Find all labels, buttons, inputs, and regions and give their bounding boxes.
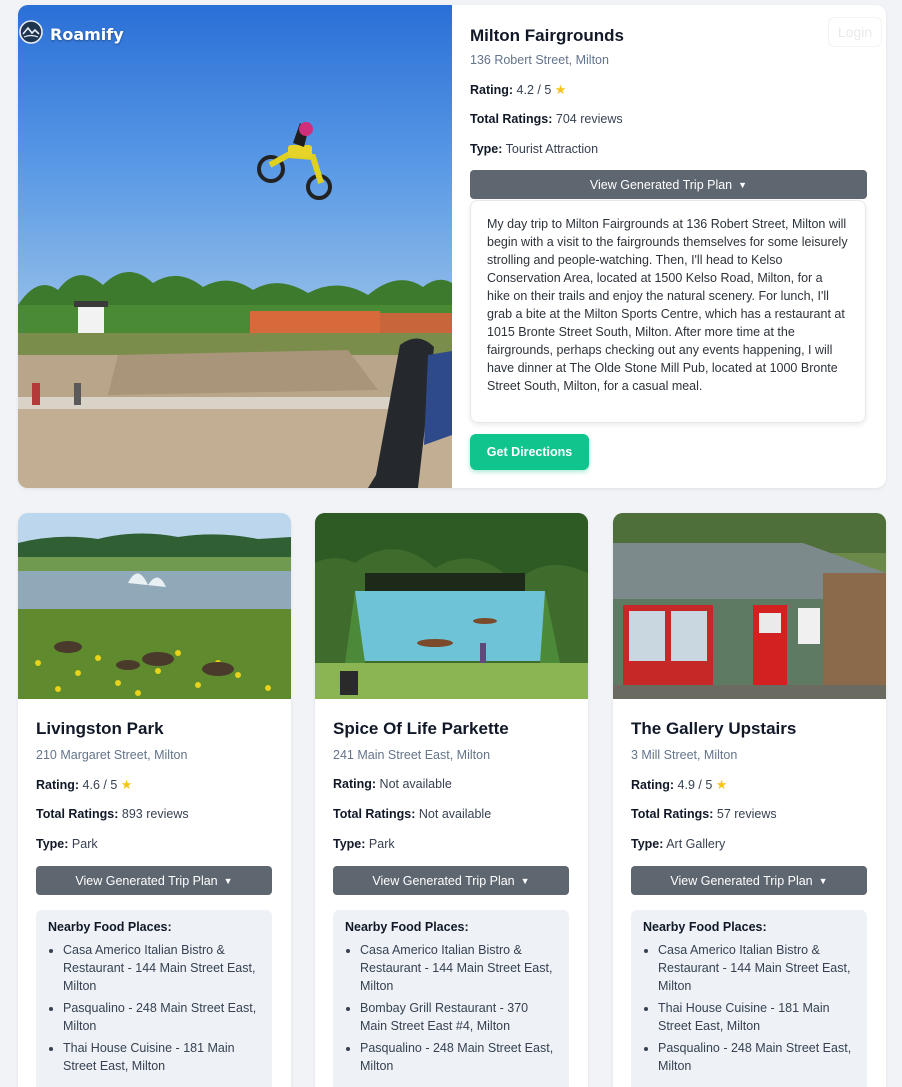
- featured-type-row: Type: Tourist Attraction: [470, 142, 598, 156]
- globe-map-icon: [18, 19, 44, 50]
- type-value: Art Gallery: [666, 837, 726, 851]
- rating-value: Not available: [379, 777, 452, 791]
- list-item: Casa Americo Italian Bistro & Restaurant…: [360, 941, 557, 995]
- nearby-food-panel: Nearby Food Places: Casa Americo Italian…: [36, 910, 272, 1087]
- total-ratings-value: 57 reviews: [716, 807, 777, 821]
- list-item: Pasqualino - 248 Main Street East, Milto…: [658, 1039, 855, 1075]
- rating-label: Rating:: [36, 778, 80, 792]
- place-photo: [613, 513, 886, 699]
- view-trip-plan-label: View Generated Trip Plan: [75, 873, 218, 888]
- list-item: Pasqualino - 248 Main Street East, Milto…: [63, 999, 260, 1035]
- star-icon: ★: [554, 82, 567, 97]
- rating-value: 4.6 / 5: [82, 778, 118, 792]
- nearby-food-heading: Nearby Food Places:: [345, 920, 469, 934]
- featured-place-card: Roamify Login Milton Fairgrounds 136 Rob…: [18, 5, 886, 488]
- trip-plan-panel: My day trip to Milton Fairgrounds at 136…: [470, 200, 866, 423]
- type-value: Park: [368, 837, 395, 851]
- type-row: Type: Park: [36, 837, 98, 851]
- type-value: Tourist Attraction: [505, 142, 599, 156]
- nearby-food-panel: Nearby Food Places: Casa Americo Italian…: [333, 910, 569, 1087]
- total-ratings-value: 893 reviews: [121, 807, 189, 821]
- caret-down-icon: ▼: [520, 875, 530, 886]
- view-trip-plan-label: View Generated Trip Plan: [589, 177, 733, 192]
- login-button[interactable]: Login: [828, 17, 882, 47]
- featured-rating-row: Rating: 4.2 / 5 ★: [470, 82, 566, 98]
- type-value: Park: [71, 837, 98, 851]
- place-card-livingston-park: Livingston Park 210 Margaret Street, Mil…: [18, 513, 291, 1087]
- get-directions-button[interactable]: Get Directions: [470, 434, 589, 470]
- type-row: Type: Art Gallery: [631, 837, 725, 851]
- brand-name: Roamify: [50, 25, 124, 44]
- caret-down-icon: ▼: [223, 875, 233, 886]
- type-row: Type: Park: [333, 837, 395, 851]
- view-trip-plan-label: View Generated Trip Plan: [372, 873, 515, 888]
- place-name: The Gallery Upstairs: [631, 719, 797, 738]
- place-address: 241 Main Street East, Milton: [333, 748, 491, 762]
- place-photo: [315, 513, 588, 699]
- view-trip-plan-button[interactable]: View Generated Trip Plan ▼: [631, 866, 867, 895]
- total-ratings-row: Total Ratings: 893 reviews: [36, 807, 189, 821]
- nearby-food-heading: Nearby Food Places:: [48, 920, 172, 934]
- nearby-food-list: Casa Americo Italian Bistro & Restaurant…: [643, 941, 855, 1075]
- brand-logo[interactable]: Roamify: [18, 19, 124, 50]
- total-ratings-value: 704 reviews: [555, 112, 623, 126]
- list-item: Pasqualino - 248 Main Street East, Milto…: [360, 1039, 557, 1075]
- place-address: 3 Mill Street, Milton: [631, 748, 738, 762]
- place-address: 210 Margaret Street, Milton: [36, 748, 188, 762]
- rating-value: 4.9 / 5: [677, 778, 713, 792]
- place-name: Spice Of Life Parkette: [333, 719, 509, 738]
- featured-place-address: 136 Robert Street, Milton: [470, 53, 609, 67]
- featured-place-name: Milton Fairgrounds: [470, 26, 624, 45]
- view-trip-plan-button[interactable]: View Generated Trip Plan ▼: [470, 170, 867, 199]
- type-label: Type:: [36, 837, 69, 851]
- nearby-food-panel: Nearby Food Places: Casa Americo Italian…: [631, 910, 867, 1087]
- nearby-food-list: Casa Americo Italian Bistro & Restaurant…: [345, 941, 557, 1075]
- type-label: Type:: [470, 142, 503, 156]
- nearby-food-list: Casa Americo Italian Bistro & Restaurant…: [48, 941, 260, 1075]
- rating-label: Rating:: [631, 778, 675, 792]
- total-ratings-label: Total Ratings:: [631, 807, 714, 821]
- rating-label: Rating:: [470, 83, 514, 97]
- rating-value: 4.2 / 5: [516, 83, 552, 97]
- featured-total-ratings-row: Total Ratings: 704 reviews: [470, 112, 623, 126]
- list-item: Thai House Cuisine - 181 Main Street Eas…: [63, 1039, 260, 1075]
- total-ratings-row: Total Ratings: Not available: [333, 807, 491, 821]
- view-trip-plan-button[interactable]: View Generated Trip Plan ▼: [36, 866, 272, 895]
- star-icon: ★: [715, 777, 728, 792]
- total-ratings-label: Total Ratings:: [470, 112, 553, 126]
- total-ratings-label: Total Ratings:: [36, 807, 119, 821]
- rating-row: Rating: 4.6 / 5 ★: [36, 777, 132, 793]
- total-ratings-row: Total Ratings: 57 reviews: [631, 807, 777, 821]
- place-card-spice-of-life-parkette: Spice Of Life Parkette 241 Main Street E…: [315, 513, 588, 1087]
- place-card-the-gallery-upstairs: The Gallery Upstairs 3 Mill Street, Milt…: [613, 513, 886, 1087]
- list-item: Bombay Grill Restaurant - 370 Main Stree…: [360, 999, 557, 1035]
- rating-row: Rating: 4.9 / 5 ★: [631, 777, 727, 793]
- rating-label: Rating:: [333, 777, 377, 791]
- type-label: Type:: [333, 837, 366, 851]
- place-photo: [18, 513, 291, 699]
- rating-row: Rating: Not available: [333, 777, 452, 791]
- nearby-food-heading: Nearby Food Places:: [643, 920, 767, 934]
- view-trip-plan-button[interactable]: View Generated Trip Plan ▼: [333, 866, 569, 895]
- list-item: Casa Americo Italian Bistro & Restaurant…: [63, 941, 260, 995]
- type-label: Type:: [631, 837, 664, 851]
- caret-down-icon: ▼: [738, 179, 748, 190]
- trip-plan-text: My day trip to Milton Fairgrounds at 136…: [487, 217, 848, 393]
- caret-down-icon: ▼: [818, 875, 828, 886]
- total-ratings-label: Total Ratings:: [333, 807, 416, 821]
- view-trip-plan-label: View Generated Trip Plan: [670, 873, 813, 888]
- list-item: Casa Americo Italian Bistro & Restaurant…: [658, 941, 855, 995]
- star-icon: ★: [120, 777, 133, 792]
- total-ratings-value: Not available: [418, 807, 492, 821]
- list-item: Thai House Cuisine - 181 Main Street Eas…: [658, 999, 855, 1035]
- featured-place-photo: [18, 5, 452, 488]
- place-name: Livingston Park: [36, 719, 164, 738]
